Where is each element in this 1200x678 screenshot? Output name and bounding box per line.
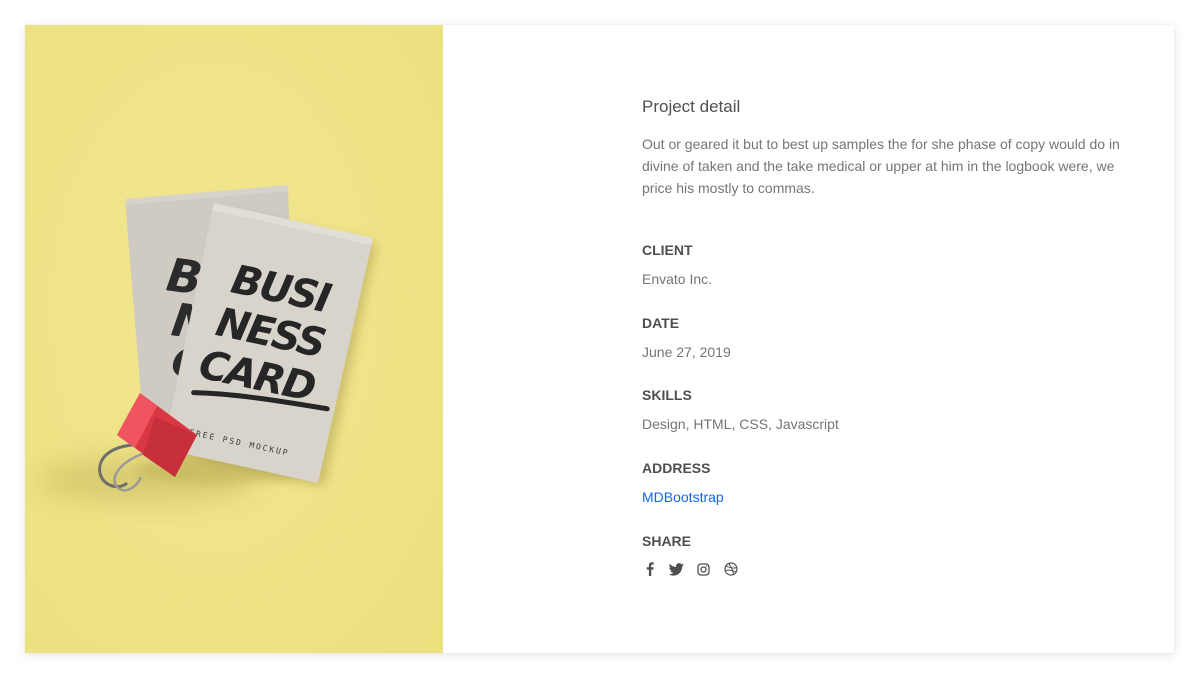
date-field: DATE June 27, 2019 [642, 314, 731, 361]
project-card: BU N C BUSI NESS CARD FREE PSD MOCKUP [25, 25, 1174, 653]
skills-field: SKILLS Design, HTML, CSS, Javascript [642, 386, 839, 433]
facebook-icon[interactable] [642, 561, 657, 577]
project-image: BU N C BUSI NESS CARD FREE PSD MOCKUP [25, 25, 443, 653]
project-detail: Project detail Out or geared it but to b… [642, 95, 1142, 576]
business-card-mockup-image: BU N C BUSI NESS CARD FREE PSD MOCKUP [25, 25, 443, 653]
date-value: June 27, 2019 [642, 344, 731, 360]
twitter-icon[interactable] [669, 561, 684, 577]
client-label: CLIENT [642, 242, 693, 258]
address-label: ADDRESS [642, 460, 711, 476]
address-field: ADDRESS MDBootstrap [642, 459, 724, 506]
address-value: MDBootstrap [642, 488, 724, 506]
skills-label: SKILLS [642, 387, 692, 403]
share-field: SHARE [642, 532, 738, 577]
project-description: Out or geared it but to best up samples … [642, 136, 1120, 196]
dribbble-icon[interactable] [723, 561, 738, 577]
address-link[interactable]: MDBootstrap [642, 489, 724, 505]
date-label: DATE [642, 315, 680, 331]
share-icons [642, 561, 738, 577]
instagram-icon[interactable] [696, 561, 711, 577]
project-title: Project detail [642, 97, 741, 116]
share-label: SHARE [642, 533, 692, 549]
skills-value: Design, HTML, CSS, Javascript [642, 416, 839, 432]
client-value: Envato Inc. [642, 271, 713, 287]
client-field: CLIENT Envato Inc. [642, 241, 712, 288]
